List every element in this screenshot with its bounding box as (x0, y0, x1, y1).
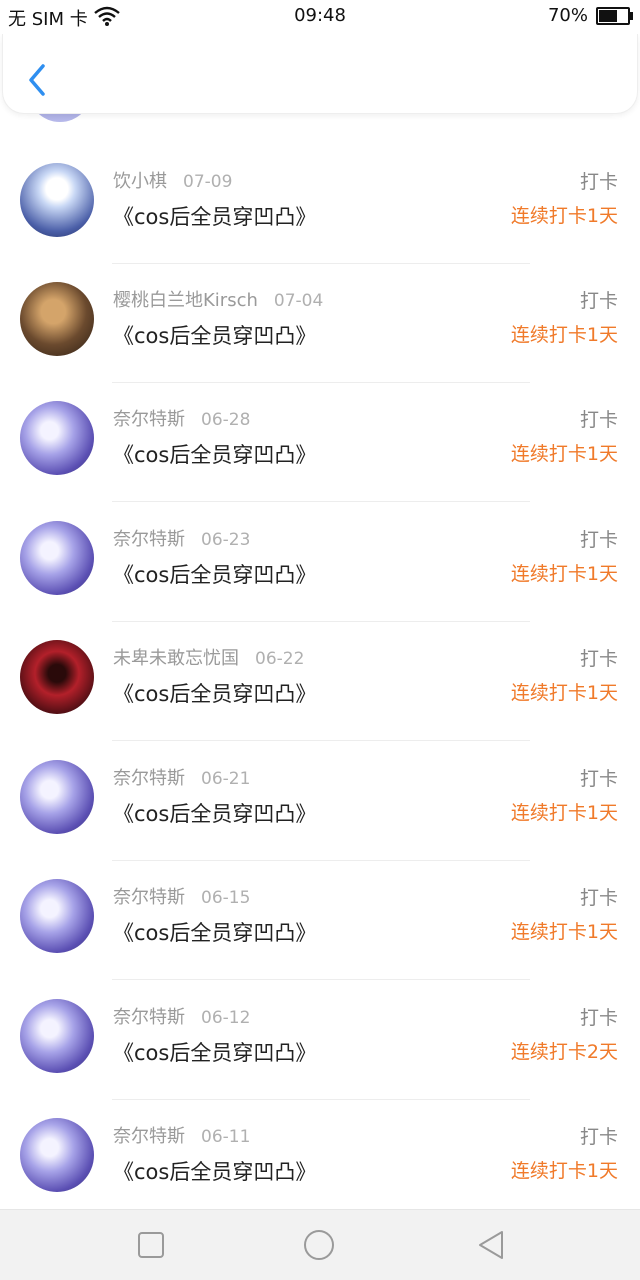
back-button[interactable] (23, 60, 53, 100)
list-item[interactable]: 奈尔特斯 06-12 《cos后全员穿凹凸》 打卡 连续打卡2天 (0, 981, 640, 1100)
checkin-action: 打卡 (579, 171, 618, 193)
streak-text: 连续打卡1天 (510, 682, 618, 704)
book-title: 《cos后全员穿凹凸》 (113, 1160, 317, 1184)
recent-apps-button[interactable] (134, 1228, 168, 1262)
checkin-action: 打卡 (579, 887, 618, 909)
book-title: 《cos后全员穿凹凸》 (113, 682, 317, 706)
checkin-action: 打卡 (579, 409, 618, 431)
nav-back-button[interactable] (474, 1228, 508, 1262)
divider (112, 979, 530, 980)
streak-text: 连续打卡1天 (510, 563, 618, 585)
checkin-date: 06-22 (255, 649, 305, 669)
list-item[interactable]: 未卑未敢忘忧国 06-22 《cos后全员穿凹凸》 打卡 连续打卡1天 (0, 622, 640, 741)
book-title: 《cos后全员穿凹凸》 (113, 802, 317, 826)
battery-icon (596, 6, 633, 25)
checkin-action: 打卡 (579, 1007, 618, 1029)
system-nav-bar (0, 1209, 640, 1280)
checkin-action: 打卡 (579, 768, 618, 790)
book-title: 《cos后全员穿凹凸》 (113, 563, 317, 587)
user-name: 未卑未敢忘忧国 (113, 648, 239, 669)
checkin-date: 07-04 (273, 291, 324, 311)
checkin-date: 06-28 (201, 410, 251, 430)
list-item[interactable]: 饮小棋 07-09 《cos后全员穿凹凸》 打卡 连续打卡1天 (0, 145, 640, 264)
checkin-date: 06-12 (201, 1008, 251, 1028)
user-name: 奈尔特斯 (113, 768, 185, 789)
book-title: 《cos后全员穿凹凸》 (113, 921, 317, 945)
book-title: 《cos后全员穿凹凸》 (113, 324, 317, 348)
user-name: 奈尔特斯 (113, 409, 185, 430)
square-icon (138, 1232, 164, 1258)
streak-text: 连续打卡1天 (510, 802, 618, 824)
avatar (20, 401, 94, 475)
list-item[interactable]: 奈尔特斯 06-23 《cos后全员穿凹凸》 打卡 连续打卡1天 (0, 503, 640, 622)
avatar (20, 521, 94, 595)
avatar (20, 999, 94, 1073)
avatar (20, 879, 94, 953)
list-item[interactable]: 奈尔特斯 06-21 《cos后全员穿凹凸》 打卡 连续打卡1天 (0, 742, 640, 861)
user-name: 樱桃白兰地Kirsch (113, 290, 258, 311)
streak-text: 连续打卡1天 (510, 921, 618, 943)
avatar (20, 1118, 94, 1192)
checkin-date: 06-11 (201, 1127, 251, 1147)
avatar (20, 640, 94, 714)
checkin-action: 打卡 (579, 290, 618, 312)
divider (112, 501, 530, 502)
book-title: 《cos后全员穿凹凸》 (113, 443, 317, 467)
checkin-date: 06-23 (201, 530, 251, 550)
avatar (20, 760, 94, 834)
status-time: 09:48 (294, 5, 346, 26)
triangle-back-icon (479, 1231, 503, 1259)
checkin-date: 06-21 (201, 769, 251, 789)
checkin-action: 打卡 (579, 1126, 618, 1148)
avatar (20, 282, 94, 356)
book-title: 《cos后全员穿凹凸》 (113, 1041, 317, 1065)
battery-level (599, 9, 617, 22)
book-title: 《cos后全员穿凹凸》 (113, 205, 317, 229)
user-name: 奈尔特斯 (113, 529, 185, 550)
user-name: 奈尔特斯 (113, 1126, 185, 1147)
user-name: 奈尔特斯 (113, 1007, 185, 1028)
status-bar: 无 SIM 卡 09:48 70% (0, 0, 640, 34)
checkin-date: 06-15 (201, 888, 251, 908)
status-right: 70% (547, 5, 633, 26)
streak-text: 连续打卡1天 (510, 324, 618, 346)
avatar (20, 163, 94, 237)
chevron-left-icon (29, 64, 45, 96)
list-item[interactable]: 奈尔特斯 06-28 《cos后全员穿凹凸》 打卡 连续打卡1天 (0, 383, 640, 502)
battery-percent: 70% (547, 5, 588, 26)
circle-icon (304, 1230, 334, 1260)
checkin-action: 打卡 (579, 648, 618, 670)
streak-text: 连续打卡1天 (510, 205, 618, 227)
streak-text: 连续打卡1天 (510, 443, 618, 465)
home-button[interactable] (302, 1228, 336, 1262)
streak-text: 连续打卡2天 (510, 1041, 618, 1063)
user-name: 饮小棋 (113, 171, 167, 192)
divider (112, 740, 530, 741)
list-item[interactable]: 奈尔特斯 06-11 《cos后全员穿凹凸》 打卡 连续打卡1天 (0, 1100, 640, 1219)
checkin-date: 07-09 (183, 172, 233, 192)
list-item[interactable]: 樱桃白兰地Kirsch 07-04 《cos后全员穿凹凸》 打卡 连续打卡1天 (0, 264, 640, 383)
streak-text: 连续打卡1天 (510, 1160, 618, 1182)
list-item[interactable]: 奈尔特斯 06-15 《cos后全员穿凹凸》 打卡 连续打卡1天 (0, 861, 640, 980)
checkin-action: 打卡 (579, 529, 618, 551)
header-bar (2, 34, 638, 114)
user-name: 奈尔特斯 (113, 887, 185, 908)
